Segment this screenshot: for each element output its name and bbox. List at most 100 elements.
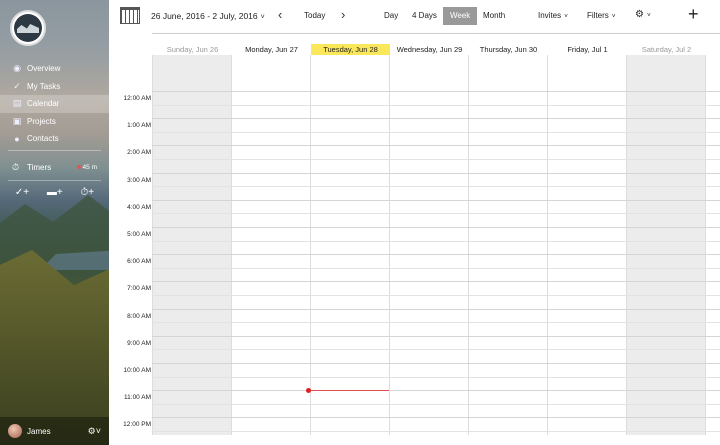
folder-icon: ▣: [12, 115, 22, 126]
sidebar-item-calendar[interactable]: ▤ Calendar: [0, 95, 109, 113]
today-button[interactable]: Today: [304, 11, 325, 20]
add-task-icon[interactable]: ✓+: [15, 187, 29, 198]
view-week-button[interactable]: Week: [443, 7, 478, 25]
gear-icon[interactable]: ⚙˅: [635, 9, 651, 20]
sidebar-divider: [8, 150, 101, 151]
time-label: 6:00 AM: [127, 258, 151, 266]
half-hour-line: [152, 159, 720, 160]
day-column[interactable]: [389, 55, 468, 435]
avatar[interactable]: [8, 424, 22, 438]
day-header[interactable]: Monday, Jun 27: [232, 44, 311, 55]
day-header[interactable]: Wednesday, Jun 29: [390, 44, 469, 55]
time-label: 11:00 AM: [124, 394, 151, 402]
time-label: 4:00 AM: [127, 203, 151, 211]
hour-line: [152, 390, 720, 392]
hour-line: [152, 172, 720, 174]
sidebar-item-overview[interactable]: ◉ Overview: [0, 60, 109, 78]
invites-dropdown[interactable]: Invites ˅: [538, 11, 568, 20]
half-hour-line: [152, 376, 720, 378]
hour-line: [152, 227, 720, 228]
add-timer-icon[interactable]: ⏱+: [80, 187, 94, 198]
time-label: 1:00 AM: [127, 122, 151, 130]
sidebar-item-contacts[interactable]: ● Contacts: [0, 130, 109, 148]
hour-line: [152, 118, 720, 120]
half-hour-line: [152, 104, 720, 106]
chevron-down-icon: ˅: [260, 14, 265, 21]
sidebar-item-timers[interactable]: ⏱ Timers 45 m: [0, 158, 109, 176]
check-icon: ✓: [13, 80, 21, 91]
half-hour-line: [152, 267, 720, 269]
calendar-icon: ▤: [12, 98, 22, 109]
day-header[interactable]: Saturday, Jul 2: [627, 44, 706, 55]
hour-line: [152, 335, 720, 337]
time-label: 12:00 PM: [123, 421, 151, 429]
view-4-days-button[interactable]: 4 Days: [405, 7, 444, 25]
sidebar-item-label: Contacts: [27, 134, 59, 144]
calendar-toolbar: 26 June, 2016 - 2 July, 2016 ˅ ‹ Today › …: [109, 0, 720, 33]
eye-icon: ◉: [13, 63, 21, 74]
day-column[interactable]: [468, 55, 547, 435]
hour-line: [152, 145, 720, 147]
day-column[interactable]: [231, 55, 310, 435]
hour-line: [152, 363, 720, 364]
workspace-logo[interactable]: [10, 10, 46, 46]
sidebar-item-label: Calendar: [27, 99, 60, 109]
user-name: James: [27, 426, 51, 436]
chevron-down-icon: ˅: [564, 13, 568, 20]
half-hour-line: [152, 322, 720, 324]
half-hour-line: [152, 431, 720, 432]
hour-line: [152, 91, 720, 92]
half-hour-line: [152, 131, 720, 133]
day-header[interactable]: Tuesday, Jun 28: [311, 44, 390, 55]
sidebar-nav: ◉ Overview ✓ My Tasks ▤ Calendar ▣ Proje…: [0, 60, 109, 148]
sidebar-background-hills: [0, 250, 109, 445]
chevron-right-icon[interactable]: ›: [341, 7, 345, 22]
calendar-icon[interactable]: [120, 7, 140, 24]
hour-line: [152, 254, 720, 256]
header-divider: [152, 33, 720, 34]
hour-line: [152, 199, 720, 201]
week-grid: Sunday, Jun 26 Monday, Jun 27 Tuesday, Jun…: [109, 33, 720, 445]
half-hour-line: [152, 186, 720, 188]
time-label: 3:00 AM: [127, 176, 151, 184]
hour-line: [152, 281, 720, 283]
hour-line: [152, 308, 720, 310]
time-label: 7:00 AM: [127, 285, 151, 293]
chevron-left-icon[interactable]: ‹: [278, 7, 282, 22]
current-time-dot: [306, 388, 311, 393]
date-range-label: 26 June, 2016 - 2 July, 2016: [151, 11, 258, 21]
time-label: 8:00 AM: [127, 312, 151, 320]
hour-line: [152, 417, 720, 419]
user-bar[interactable]: James ⚙˅: [0, 417, 109, 445]
time-label: 9:00 AM: [127, 339, 151, 347]
chevron-down-icon: ˅: [611, 13, 616, 20]
day-header[interactable]: Sunday, Jun 26: [153, 44, 232, 55]
timer-running-dot: [76, 164, 81, 169]
gear-icon[interactable]: ⚙˅: [88, 426, 101, 437]
view-day-button[interactable]: Day: [377, 7, 405, 25]
sidebar-item-label: Overview: [27, 64, 61, 74]
time-label: 5:00 AM: [127, 231, 151, 238]
day-header[interactable]: Friday, Jul 1: [548, 44, 627, 55]
date-range-picker[interactable]: 26 June, 2016 - 2 July, 2016 ˅: [151, 11, 265, 21]
day-column[interactable]: [547, 55, 626, 435]
day-header[interactable]: Thursday, Jun 30: [469, 44, 548, 55]
grid-edge: [705, 55, 706, 435]
view-month-button[interactable]: Month: [476, 7, 512, 25]
sidebar-divider: [8, 180, 101, 181]
add-event-icon[interactable]: ▬+: [47, 187, 63, 198]
day-column[interactable]: [310, 55, 389, 435]
sidebar-item-my-tasks[interactable]: ✓ My Tasks: [0, 78, 109, 96]
add-event-button[interactable]: +: [688, 4, 699, 25]
day-column[interactable]: [152, 55, 231, 435]
quick-add-bar: ✓+ ▬+ ⏱+: [0, 187, 109, 198]
filters-dropdown[interactable]: Filters ˅: [587, 11, 616, 20]
day-column[interactable]: [626, 55, 705, 435]
person-icon: ●: [14, 133, 20, 144]
half-hour-line: [152, 349, 720, 351]
sidebar-item-label: My Tasks: [27, 81, 61, 91]
half-hour-line: [152, 213, 720, 215]
sidebar-item-projects[interactable]: ▣ Projects: [0, 113, 109, 131]
half-hour-line: [152, 295, 720, 296]
half-hour-line: [152, 403, 720, 405]
